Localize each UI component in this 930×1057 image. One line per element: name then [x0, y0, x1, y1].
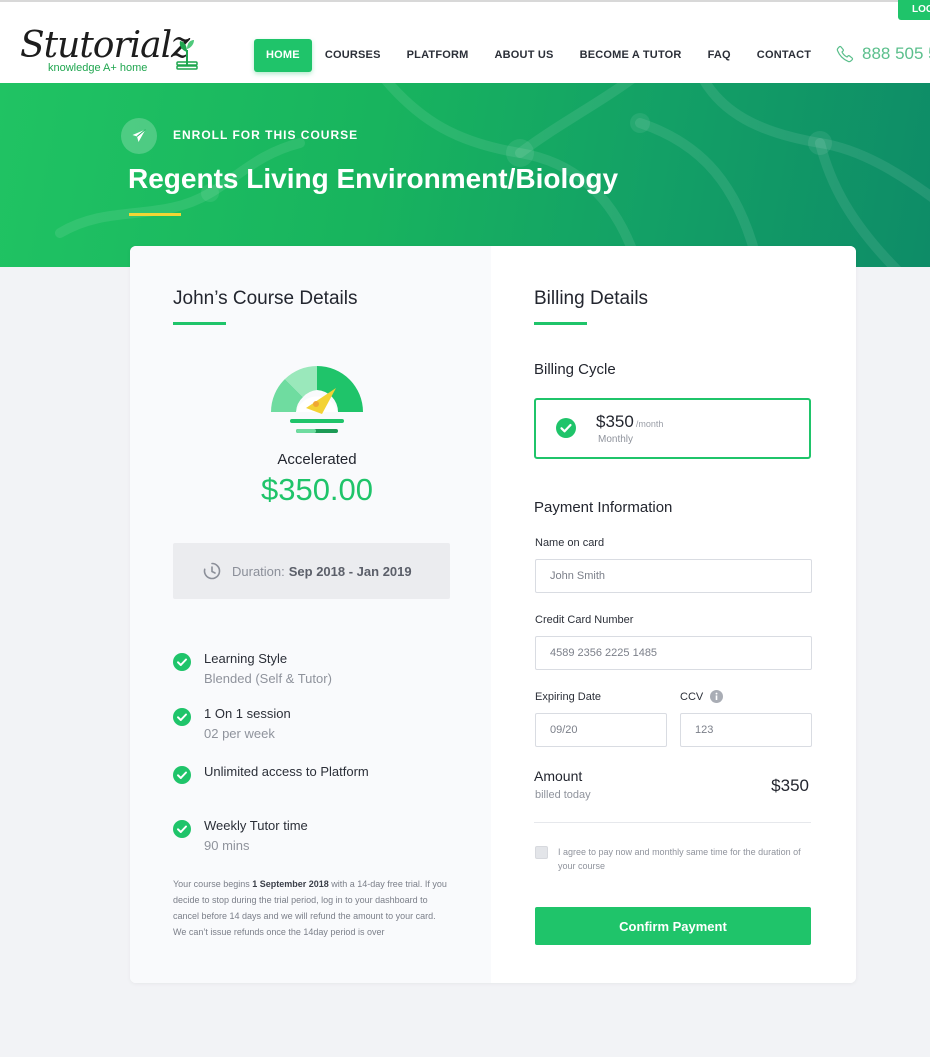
clock-icon — [203, 562, 221, 580]
cycle-price: $350/month — [596, 412, 663, 432]
cycle-frequency: Monthly — [598, 434, 634, 445]
hero-banner: ENROLL FOR THIS COURSE Regents Living En… — [0, 83, 930, 267]
card-number-label: Credit Card Number — [535, 614, 634, 626]
login-button[interactable]: LOGIN — [898, 0, 930, 20]
feature-subtitle: 90 mins — [204, 838, 250, 853]
duration-label: Duration: — [232, 563, 285, 579]
divider — [534, 822, 811, 823]
terms-prefix: Your course begins — [173, 879, 253, 889]
name-on-card-label: Name on card — [535, 537, 605, 549]
expiry-date-label: Expiring Date — [535, 691, 602, 703]
terms-start-date: 1 September 2018 — [252, 879, 329, 889]
duration-box: Duration: Sep 2018 - Jan 2019 — [173, 543, 450, 599]
ccv-label: CCV — [680, 691, 704, 703]
name-on-card-input[interactable]: John Smith — [535, 559, 812, 593]
amount-label: Amount — [534, 768, 583, 784]
check-circle-icon — [173, 766, 191, 784]
feature-title: Learning Style — [204, 651, 288, 666]
plant-icon — [176, 40, 198, 70]
logo-wordmark: Stutorialz — [20, 25, 190, 66]
check-circle-icon — [173, 653, 191, 671]
site-header: Stutorialz knowledge A+ home HOME COURSE… — [0, 2, 930, 83]
course-details-title: John’s Course Details — [173, 288, 358, 309]
amount-billed-today: billed today — [535, 789, 591, 801]
nav-about-us[interactable]: ABOUT US — [482, 39, 567, 72]
paper-plane-icon — [132, 129, 146, 142]
ccv-input[interactable]: 123 — [680, 713, 812, 747]
refund-terms: Your course begins 1 September 2018 with… — [173, 876, 448, 940]
feature-title: Weekly Tutor time — [204, 818, 308, 833]
expiry-date-input[interactable]: 09/20 — [535, 713, 667, 747]
agree-terms-text: I agree to pay now and monthly same time… — [558, 847, 801, 871]
main-nav: HOME COURSES PLATFORM ABOUT US BECOME A … — [254, 38, 824, 72]
plan-price: $350.00 — [260, 472, 374, 507]
duration-value: Sep 2018 - Jan 2019 — [288, 563, 412, 579]
phone-contact[interactable]: 888 505 5 — [836, 44, 930, 64]
feature-subtitle: Blended (Self & Tutor) — [204, 671, 332, 686]
check-circle-icon — [173, 820, 191, 838]
title-underline — [129, 213, 181, 216]
nav-become-a-tutor[interactable]: BECOME A TUTOR — [567, 39, 695, 72]
cycle-price-period: /month — [635, 419, 664, 429]
payment-information-title: Payment Information — [534, 499, 673, 516]
feature-title: Unlimited access to Platform — [204, 764, 369, 779]
cycle-price-amount: $350 — [596, 412, 634, 431]
billing-details-title: Billing Details — [534, 288, 649, 309]
site-logo[interactable]: Stutorialz knowledge A+ home — [20, 28, 205, 78]
nav-home[interactable]: HOME — [254, 38, 312, 72]
nav-courses[interactable]: COURSES — [312, 39, 394, 72]
phone-icon — [836, 45, 854, 63]
phone-number: 888 505 5 — [862, 44, 930, 63]
feature-title: 1 On 1 session — [204, 706, 291, 721]
speedometer-icon — [271, 366, 363, 433]
course-title-underline — [173, 322, 226, 325]
amount-value: $350 — [771, 776, 809, 795]
billing-cycle-option[interactable]: $350/month Monthly — [534, 398, 811, 459]
confirm-payment-button[interactable]: Confirm Payment — [535, 907, 811, 945]
nav-contact[interactable]: CONTACT — [744, 39, 824, 72]
hero-eyebrow: ENROLL FOR THIS COURSE — [173, 128, 359, 142]
feature-subtitle: 02 per week — [204, 726, 275, 741]
billing-details-panel: Billing Details Billing Cycle $350/month… — [491, 246, 856, 983]
nav-platform[interactable]: PLATFORM — [394, 39, 482, 72]
plan-name: Accelerated — [277, 451, 357, 468]
billing-title-underline — [534, 322, 587, 325]
page-title: Regents Living Environment/Biology — [128, 163, 619, 194]
check-circle-icon — [173, 708, 191, 726]
course-details-panel: John’s Course Details Accelerated $350.0… — [130, 246, 491, 983]
hero-badge — [121, 118, 157, 154]
logo-tagline: knowledge A+ home — [48, 62, 148, 74]
card-number-input[interactable]: 4589 2356 2225 1485 — [535, 636, 812, 670]
billing-cycle-title: Billing Cycle — [534, 361, 616, 378]
nav-faq[interactable]: FAQ — [695, 39, 744, 72]
agree-terms-checkbox[interactable] — [535, 846, 548, 859]
info-icon[interactable] — [710, 690, 723, 703]
check-circle-icon — [556, 418, 576, 438]
enrollment-card: John’s Course Details Accelerated $350.0… — [130, 246, 856, 983]
